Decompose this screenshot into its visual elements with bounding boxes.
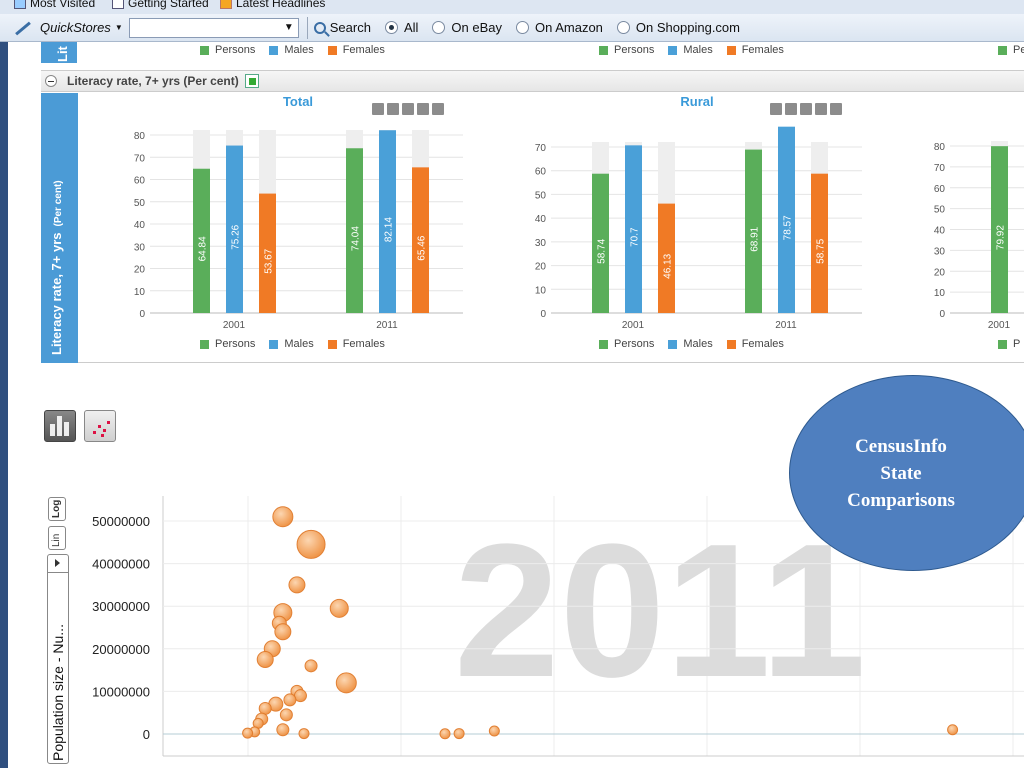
bubble-point bbox=[304, 659, 318, 673]
y-tick-label: 30000000 bbox=[92, 599, 150, 614]
bubble-point bbox=[453, 728, 465, 740]
browser-window: { "browser": { "bookmarks": { "most_visi… bbox=[0, 0, 1024, 768]
bubble-point bbox=[276, 723, 290, 737]
bubble-point bbox=[488, 725, 500, 737]
linear-scale-button[interactable]: Lin bbox=[48, 526, 66, 550]
y-tick-label: 20000000 bbox=[92, 642, 150, 657]
y-tick-label: 10000000 bbox=[92, 684, 150, 699]
y-tick-label: 50000000 bbox=[92, 514, 150, 529]
year-watermark: 2011 bbox=[454, 505, 866, 717]
bubble-point bbox=[272, 506, 294, 528]
bubble-point bbox=[288, 576, 306, 594]
bubble-point bbox=[256, 650, 274, 668]
bubble-point bbox=[335, 672, 357, 694]
bubble-point bbox=[242, 727, 254, 739]
y-axis-indicator-select[interactable]: Population size - Nu... bbox=[47, 554, 69, 764]
bubble-point bbox=[274, 623, 292, 641]
bubble-point bbox=[947, 724, 959, 736]
bubble-point bbox=[298, 728, 310, 740]
y-tick-label: 40000000 bbox=[92, 557, 150, 572]
bubble-point bbox=[283, 693, 297, 707]
y-tick-label: 0 bbox=[143, 727, 150, 742]
expand-arrow-icon[interactable] bbox=[55, 559, 60, 567]
bubble-point bbox=[439, 728, 451, 740]
log-scale-button[interactable]: Log bbox=[48, 497, 66, 521]
censusinfo-callout: CensusInfo State Comparisons bbox=[789, 375, 1024, 571]
bubble-point bbox=[329, 598, 349, 618]
bubble-point bbox=[296, 529, 326, 559]
bubble-point bbox=[279, 708, 293, 722]
